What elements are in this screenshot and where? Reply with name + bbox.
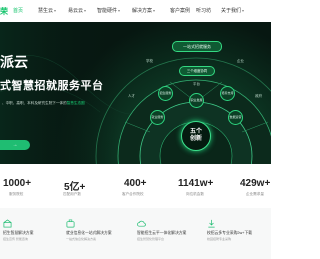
hero-description-text: 、中职、高职、本科及研究生院下一体的 bbox=[2, 101, 67, 105]
stat-value: 1141w+ bbox=[178, 178, 214, 189]
nav-item-label: 首页 bbox=[13, 8, 24, 14]
nav-item-huisheng[interactable]: 慧生云▾ bbox=[38, 7, 56, 14]
ring-label-enterprise: 企业 bbox=[237, 59, 244, 63]
stat-value: 429w+ bbox=[240, 178, 271, 189]
stats-row: 1000+ 服务院校 5亿+ 匹配用户数 400+ 客户合作院校 1141w+ … bbox=[0, 164, 271, 208]
top-navbar: 荣 首页 慧生云▾ 易云云▾ 智能硬件▾ 解决方案▾ 客户案例 听习坊 关于我们… bbox=[0, 0, 271, 23]
stat-value: 1000+ bbox=[3, 178, 32, 189]
stat-label: 服务院校 bbox=[9, 192, 24, 196]
card-title: 就业信息化一站式解决方案 bbox=[66, 231, 112, 235]
stat-value: 400+ bbox=[124, 178, 147, 189]
node-career[interactable]: 职业发展 bbox=[189, 93, 204, 108]
node-employment[interactable]: 就业服务 bbox=[150, 110, 165, 125]
logo[interactable]: 荣 bbox=[0, 6, 8, 17]
hero-title: 派云 bbox=[0, 54, 28, 70]
nav-item-label: 解决方案 bbox=[132, 8, 153, 14]
chevron-down-icon: ▾ bbox=[84, 8, 87, 13]
stat-label: 企业需求量 bbox=[246, 192, 264, 196]
hero-banner: 派云 式智慧招就服务平台 、中职、高职、本科及研究生院下一体的智慧生态圈 → 一… bbox=[0, 22, 271, 164]
download-icon bbox=[208, 219, 215, 228]
center-innovation-badge: 五个 创新 bbox=[181, 121, 211, 151]
nav-item-home[interactable]: 首页 bbox=[13, 7, 23, 14]
arrow-right-icon: → bbox=[12, 142, 18, 148]
cloud-icon bbox=[137, 220, 146, 227]
nav-item-label: 易云云 bbox=[68, 8, 84, 14]
card-title: 校招云多专业采购2w+下载 bbox=[207, 231, 253, 235]
chevron-down-icon: ▾ bbox=[153, 8, 156, 13]
center-text-line2: 创新 bbox=[189, 136, 202, 142]
node-cultivation[interactable]: 培养支持 bbox=[220, 86, 235, 101]
nav-item-label: 智能硬件 bbox=[97, 8, 118, 14]
stat-label: 岗位机会数 bbox=[186, 192, 204, 196]
solution-card[interactable]: 校招云多专业采购2w+下载 校园招聘专业采购 bbox=[207, 210, 269, 244]
card-title: 智能招生云平一体化解决方案 bbox=[137, 231, 187, 235]
nav-item-label: 客户案例 bbox=[170, 8, 191, 14]
card-desc: 一站式信息化解决方案 bbox=[66, 237, 97, 241]
nav-item-hardware[interactable]: 智能硬件▾ bbox=[97, 7, 120, 14]
stat-label: 匹配用户数 bbox=[63, 192, 81, 196]
solution-card[interactable]: 智能招生云平一体化解决方案 招生智慧化管理平台 bbox=[137, 210, 203, 244]
ring-inner-label: 三个维度协同 bbox=[179, 66, 215, 76]
hero-description: 、中职、高职、本科及研究生院下一体的智慧生态圈 bbox=[2, 101, 85, 106]
briefcase-icon bbox=[66, 219, 75, 228]
card-desc: 招生智慧化管理平台 bbox=[137, 237, 165, 241]
card-desc: 校园招聘专业采购 bbox=[207, 237, 232, 241]
node-data-operation[interactable]: 数据运营 bbox=[228, 110, 243, 125]
card-desc: 招生宣传 智能咨询 bbox=[3, 237, 28, 241]
ring-label-talent: 人才 bbox=[128, 94, 135, 98]
nav-item-about[interactable]: 关于我们▾ bbox=[221, 7, 244, 14]
stat-label: 客户合作院校 bbox=[122, 192, 144, 196]
nav-item-label: 慧生云 bbox=[38, 8, 54, 14]
ring-label-platform: 平台 bbox=[193, 82, 200, 86]
hero-subtitle: 式智慧招就服务平台 bbox=[0, 80, 104, 92]
ring-label-school: 学校 bbox=[146, 59, 153, 63]
nav-item-solutions[interactable]: 解决方案▾ bbox=[132, 7, 155, 14]
card-title: 招生智慧解决方案 bbox=[3, 231, 34, 235]
node-enrollment[interactable]: 招生服务 bbox=[158, 86, 173, 101]
campus-icon bbox=[3, 219, 12, 228]
nav-item-label: 听习坊 bbox=[196, 8, 212, 14]
solution-card[interactable]: 就业信息化一站式解决方案 一站式信息化解决方案 bbox=[66, 210, 132, 244]
nav-item-label: 关于我们 bbox=[221, 8, 242, 14]
center-text-line1: 五个 bbox=[189, 129, 202, 135]
ring-top-label: 一站式招就服务 bbox=[172, 41, 222, 52]
nav-item-tingxi[interactable]: 听习坊 bbox=[196, 7, 211, 14]
chevron-down-icon: ▾ bbox=[54, 8, 57, 13]
solution-card[interactable]: 招生智慧解决方案 招生宣传 智能咨询 bbox=[3, 210, 63, 244]
ring-label-government: 政府 bbox=[255, 94, 262, 98]
hero-cta-button[interactable]: → bbox=[0, 140, 30, 150]
nav-item-yiyun[interactable]: 易云云▾ bbox=[68, 7, 86, 14]
hero-description-highlight: 智慧生态圈 bbox=[66, 101, 85, 105]
solution-cards: 招生智慧解决方案 招生宣传 智能咨询 就业信息化一站式解决方案 一站式信息化解决… bbox=[0, 208, 271, 259]
stat-value: 5亿+ bbox=[64, 182, 86, 193]
chevron-down-icon: ▾ bbox=[118, 8, 121, 13]
nav-item-cases[interactable]: 客户案例 bbox=[170, 7, 190, 14]
chevron-down-icon: ▾ bbox=[242, 8, 245, 13]
